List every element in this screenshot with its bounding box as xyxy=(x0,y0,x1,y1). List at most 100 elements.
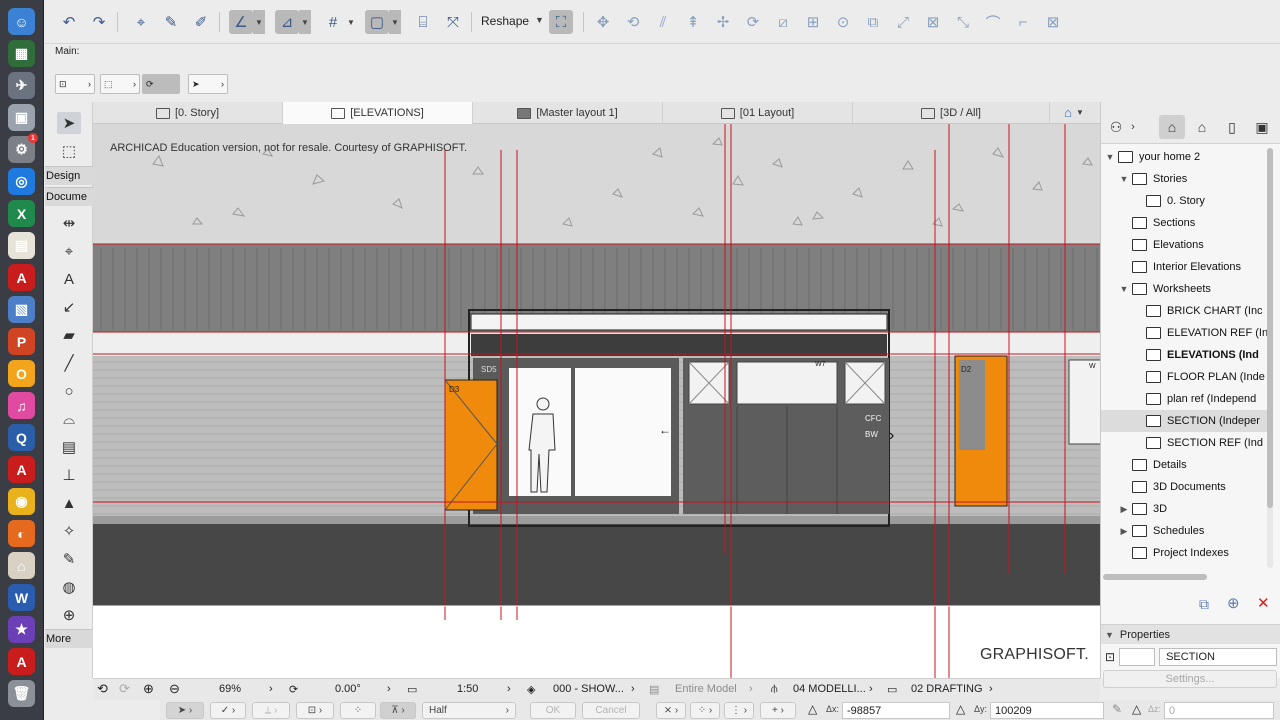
settings-button[interactable]: Settings... xyxy=(1103,670,1277,688)
chevron-right-icon[interactable]: › xyxy=(1127,115,1139,139)
publisher-sets-icon[interactable]: ▣ xyxy=(1249,115,1275,139)
geometry-method-selector[interactable]: ⊡ › xyxy=(55,74,95,94)
undo-icon[interactable]: ↶ xyxy=(57,10,81,34)
word-icon[interactable]: W xyxy=(8,584,35,611)
acrobat-reader-icon[interactable]: A xyxy=(8,456,35,483)
system-preferences-icon[interactable]: ⚙ 1 xyxy=(8,133,38,163)
grid-snap-icon[interactable]: # xyxy=(321,10,345,34)
imovie-icon[interactable]: ★ xyxy=(8,616,35,643)
change-tool-icon[interactable]: ✎ xyxy=(57,548,81,570)
drag-icon[interactable]: ✥ xyxy=(591,10,615,34)
offset-icon[interactable]: ⊙ xyxy=(831,10,855,34)
chevron-right-icon[interactable]: › xyxy=(989,683,993,695)
rotated-marquee-button[interactable]: ⟳ xyxy=(142,74,180,94)
navigator-view-switch[interactable]: ⌂ ▼ xyxy=(1050,102,1098,124)
snap-guides-dropdown[interactable]: ▼ xyxy=(299,10,311,34)
your-home-icon[interactable]: ⌂ xyxy=(8,552,35,579)
navigator-horizontal-scrollbar[interactable] xyxy=(1103,574,1207,580)
disclosure-triangle-icon[interactable]: ▶ xyxy=(1119,504,1129,515)
tab-elevations[interactable]: [ELEVATIONS] xyxy=(283,102,473,124)
tree-item[interactable]: Details xyxy=(1101,454,1271,476)
calendar-icon[interactable]: ▤ xyxy=(8,232,35,259)
design-section-header[interactable]: Design xyxy=(45,166,93,185)
drawing-tool-icon[interactable]: ▤ xyxy=(57,436,81,458)
ok-button[interactable]: OK xyxy=(530,702,576,719)
quicktime-icon[interactable]: Q xyxy=(8,424,35,451)
delete-icon[interactable]: ✕ xyxy=(1257,594,1270,612)
firefox-icon[interactable]: ◐ xyxy=(8,520,35,547)
chevron-right-icon[interactable]: › xyxy=(387,683,391,695)
document-section-header[interactable]: Docume xyxy=(45,187,93,206)
disclosure-triangle-icon[interactable]: ▼ xyxy=(1119,174,1129,184)
marquee-tool-icon[interactable]: ⬚ xyxy=(57,140,81,162)
fillet-icon[interactable]: ⌒ xyxy=(981,10,1005,34)
arrow-tool-selector[interactable]: ➤ › xyxy=(188,74,228,94)
relative-construction-button[interactable]: ⊡ › xyxy=(296,702,334,719)
elevate-icon[interactable]: ⇞ xyxy=(681,10,705,34)
marquee-icon[interactable]: ⛶ xyxy=(549,10,573,34)
pen-set-icon[interactable]: ⫛ xyxy=(771,683,778,696)
reshape-menu-label[interactable]: Reshape xyxy=(481,14,529,28)
tree-item[interactable]: FLOOR PLAN (Inde xyxy=(1101,366,1271,388)
suspend-groups-icon[interactable]: ▢ xyxy=(365,10,389,34)
tree-item[interactable]: Elevations xyxy=(1101,234,1271,256)
section-marker-icon[interactable]: ⊥ xyxy=(57,464,81,486)
arrow-mode-button[interactable]: ➤ › xyxy=(166,702,204,719)
view-map-icon[interactable]: ⌂ xyxy=(1189,115,1215,139)
dimension-icon[interactable]: ⌸ xyxy=(411,10,435,34)
orientation-icon[interactable]: ⟳ xyxy=(289,683,298,696)
tree-item[interactable]: ▶ 3D xyxy=(1101,498,1271,520)
redo-zoom-icon[interactable]: ⟳ xyxy=(119,681,130,697)
text-tool-icon[interactable]: A xyxy=(57,268,81,290)
scrollbar-thumb[interactable] xyxy=(1267,148,1273,508)
grid-snap-dropdown[interactable]: ▼ xyxy=(345,10,357,34)
tree-item[interactable]: ▼ your home 2 xyxy=(1101,146,1271,168)
tree-item[interactable]: SECTION (Indeper xyxy=(1101,410,1271,432)
excel-icon[interactable]: X xyxy=(8,200,35,227)
preview-icon[interactable]: ▣ xyxy=(8,104,35,131)
resize-icon[interactable]: ⤢ xyxy=(891,10,915,34)
trash-icon[interactable]: 🗑 xyxy=(8,680,35,707)
safari-icon[interactable]: ◎ xyxy=(8,168,35,195)
tab-3d[interactable]: [3D / All] xyxy=(853,102,1050,124)
group-icon[interactable]: ⧉ xyxy=(861,10,885,34)
more-section-header[interactable]: More xyxy=(45,629,93,648)
label-tool-icon[interactable]: ↙ xyxy=(57,296,81,318)
rocket-icon[interactable]: ✈ xyxy=(8,72,35,99)
itunes-icon[interactable]: ♫ xyxy=(8,392,35,419)
zoom-in-icon[interactable]: ⊕ xyxy=(143,681,154,697)
project-map-icon[interactable]: ⌂ xyxy=(1159,115,1185,139)
tab-master-layout[interactable]: [Master layout 1] xyxy=(473,102,663,124)
orientation-angle[interactable]: 0.00° xyxy=(335,683,361,695)
undo-zoom-icon[interactable]: ⟲ xyxy=(97,681,108,697)
tree-item[interactable]: BRICK CHART (Inc xyxy=(1101,300,1271,322)
properties-name-field[interactable]: SECTION xyxy=(1159,648,1278,666)
powerpoint-icon[interactable]: P xyxy=(8,328,35,355)
acrobat-3-icon[interactable]: A xyxy=(8,648,35,675)
line-tool-icon[interactable]: ╱ xyxy=(57,352,81,374)
acrobat-icon[interactable]: A xyxy=(8,264,35,291)
tree-item[interactable]: 3D Documents xyxy=(1101,476,1271,498)
mirror-icon[interactable]: ⫽ xyxy=(651,10,675,34)
tree-item[interactable]: SECTION REF (Ind xyxy=(1101,432,1271,454)
properties-id-field[interactable] xyxy=(1119,648,1156,666)
tree-item[interactable]: ▼ Stories xyxy=(1101,168,1271,190)
snap-guides-icon[interactable]: ⊿ xyxy=(275,10,299,34)
tree-item[interactable]: ELEVATIONS (Ind xyxy=(1101,344,1271,366)
properties-header[interactable]: ▼ Properties xyxy=(1101,624,1280,644)
select-element-icon[interactable]: ⌖ xyxy=(129,10,153,34)
figure-tool-icon[interactable]: ⊕ xyxy=(57,604,81,626)
arrow-tool-icon[interactable]: ➤ xyxy=(57,112,81,134)
dy-field[interactable]: 100209 xyxy=(990,702,1104,719)
special-snap-button[interactable]: ⁘ xyxy=(340,702,376,719)
add-point-button[interactable]: + › xyxy=(760,702,796,719)
archicad-icon[interactable]: ▦ xyxy=(8,40,35,67)
confirm-button[interactable]: ✓ › xyxy=(210,702,246,719)
chevron-right-icon[interactable]: › xyxy=(631,683,635,695)
disclosure-triangle-icon[interactable]: ▼ xyxy=(1119,284,1129,294)
dx-field[interactable]: -98857 xyxy=(842,702,950,719)
trim-icon[interactable]: ⤧ xyxy=(441,10,465,34)
disclosure-triangle-icon[interactable]: ▼ xyxy=(1105,152,1115,162)
intersect-icon[interactable]: ⌐ xyxy=(1011,10,1035,34)
guide-lines-icon[interactable]: ∠ xyxy=(229,10,253,34)
